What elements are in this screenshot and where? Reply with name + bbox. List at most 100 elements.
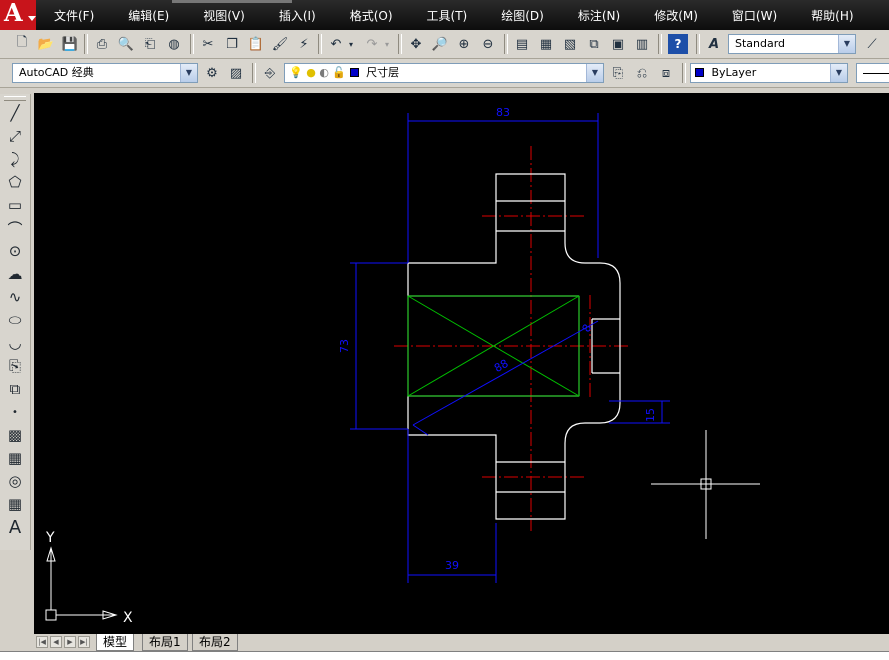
application-menu-button[interactable]: A xyxy=(0,0,36,30)
tab-layout1[interactable]: 布局1 xyxy=(142,634,188,651)
menu-dimension[interactable]: 标注(N) xyxy=(570,0,628,30)
make-object-layer-current-icon[interactable]: ⎘ xyxy=(608,63,628,83)
workspace-settings-icon[interactable]: ⚙ xyxy=(202,63,222,83)
dimension-texts: 83 73 88 39 15 8 xyxy=(338,106,657,572)
save-icon[interactable]: 💾 xyxy=(60,34,80,54)
menu-help[interactable]: 帮助(H) xyxy=(803,0,861,30)
toolbar-separator xyxy=(318,34,322,54)
polygon-icon[interactable]: ⬠ xyxy=(4,171,26,193)
multiline-text-icon[interactable]: A xyxy=(4,516,26,538)
gradient-icon[interactable]: ▦ xyxy=(4,447,26,469)
layer-states-icon[interactable]: ⧈ xyxy=(656,63,676,83)
ellipse-arc-icon[interactable]: ◡ xyxy=(4,332,26,354)
text-style-select[interactable]: Standard ▼ xyxy=(728,34,856,54)
polyline-icon[interactable]: ⤸ xyxy=(4,148,26,170)
main-menu: 文件(F) 编辑(E) 视图(V) 插入(I) 格式(O) 工具(T) 绘图(D… xyxy=(46,0,880,30)
make-block-icon[interactable]: ⧉ xyxy=(4,378,26,400)
last-tab-button[interactable]: ▶| xyxy=(78,636,90,648)
tab-model[interactable]: 模型 xyxy=(96,634,135,651)
text-style-icon[interactable]: A xyxy=(704,34,724,54)
ucs-icon xyxy=(45,546,118,621)
print-preview-icon[interactable]: 🔍 xyxy=(116,34,136,54)
standard-toolbar: 🗋 📂 💾 ⎙ 🔍 ⎗ ◍ ✂ ❐ 📋 🖌 ⚡ ↶ ▾ ↷ ▾ ✥ 🔎 ⊕ ⊖ … xyxy=(0,30,889,59)
publish-icon[interactable]: ⎗ xyxy=(140,34,160,54)
chevron-down-icon: ▼ xyxy=(830,64,847,82)
region-icon[interactable]: ◎ xyxy=(4,470,26,492)
open-file-icon[interactable]: 📂 xyxy=(36,34,56,54)
table-icon[interactable]: ▦ xyxy=(4,493,26,515)
previous-tab-button[interactable]: ◀ xyxy=(50,636,62,648)
hatch-icon[interactable]: ▩ xyxy=(4,424,26,446)
layer-manager-icon[interactable]: ⎆ xyxy=(260,63,280,83)
spline-icon[interactable]: ∿ xyxy=(4,286,26,308)
block-editor-icon[interactable]: ⚡ xyxy=(294,34,314,54)
freeze-viewport-icon: ◐ xyxy=(319,66,329,79)
tab-layout2[interactable]: 布局2 xyxy=(192,634,238,651)
cut-icon[interactable]: ✂ xyxy=(198,34,218,54)
zoom-window-icon[interactable]: ⊕ xyxy=(454,34,474,54)
line-icon[interactable]: ╱ xyxy=(4,102,26,124)
design-center-icon[interactable]: ▦ xyxy=(536,34,556,54)
print-icon[interactable]: ⎙ xyxy=(92,34,112,54)
menu-draw[interactable]: 绘图(D) xyxy=(493,0,552,30)
menu-bar: A 文件(F) 编辑(E) 视图(V) 插入(I) 格式(O) 工具(T) 绘图… xyxy=(0,0,889,30)
help-icon[interactable]: ? xyxy=(668,34,688,54)
ucs-labels: Y X xyxy=(45,530,133,626)
arc-icon[interactable]: ⌒ xyxy=(4,217,26,239)
menu-format[interactable]: 格式(O) xyxy=(342,0,401,30)
linetype-select[interactable] xyxy=(856,63,889,83)
color-select[interactable]: ByLayer ▼ xyxy=(690,63,848,83)
sun-icon: ● xyxy=(306,66,316,79)
toolbar-separator xyxy=(696,34,700,54)
3d-dwf-icon[interactable]: ◍ xyxy=(164,34,184,54)
sheet-set-icon[interactable]: ⧉ xyxy=(584,34,604,54)
menu-view[interactable]: 视图(V) xyxy=(195,0,253,30)
draw-toolbar: ╱ ⤢ ⤸ ⬠ ▭ ⌒ ⊙ ☁ ∿ ⬭ ◡ ⎘ ⧉ • ▩ ▦ ◎ ▦ A xyxy=(0,94,31,550)
point-icon[interactable]: • xyxy=(4,401,26,423)
dim-diag-text: 88 xyxy=(492,357,511,375)
revision-cloud-icon[interactable]: ☁ xyxy=(4,263,26,285)
paste-icon[interactable]: 📋 xyxy=(246,34,266,54)
menu-window[interactable]: 窗口(W) xyxy=(724,0,785,30)
insert-block-icon[interactable]: ⎘ xyxy=(4,355,26,377)
menu-insert[interactable]: 插入(I) xyxy=(271,0,324,30)
dim-diag-line xyxy=(412,320,599,426)
toolbar-grip[interactable] xyxy=(4,96,26,101)
rectangle-icon[interactable]: ▭ xyxy=(4,194,26,216)
quickcalc-icon[interactable]: ▥ xyxy=(632,34,652,54)
match-properties-icon[interactable]: 🖌 xyxy=(270,34,290,54)
undo-dropdown-icon[interactable]: ▾ xyxy=(346,34,356,54)
markup-icon[interactable]: ▣ xyxy=(608,34,628,54)
zoom-realtime-icon[interactable]: 🔎 xyxy=(430,34,450,54)
zoom-previous-icon[interactable]: ⊖ xyxy=(478,34,498,54)
first-tab-button[interactable]: |◀ xyxy=(36,636,48,648)
layer-previous-icon[interactable]: ⎌ xyxy=(632,63,652,83)
layer-value: 尺寸层 xyxy=(366,66,400,79)
text-style-value: Standard xyxy=(735,37,786,50)
redo-icon[interactable]: ↷ xyxy=(362,34,382,54)
menu-file[interactable]: 文件(F) xyxy=(46,0,102,30)
circle-icon[interactable]: ⊙ xyxy=(4,240,26,262)
menu-tools[interactable]: 工具(T) xyxy=(419,0,476,30)
undo-icon[interactable]: ↶ xyxy=(326,34,346,54)
ellipse-icon[interactable]: ⬭ xyxy=(4,309,26,331)
construction-line-icon[interactable]: ⤢ xyxy=(4,125,26,147)
redo-dropdown-icon[interactable]: ▾ xyxy=(382,34,392,54)
menu-modify[interactable]: 修改(M) xyxy=(646,0,706,30)
pan-icon[interactable]: ✥ xyxy=(406,34,426,54)
tool-palettes-icon[interactable]: ▧ xyxy=(560,34,580,54)
chevron-down-icon: ▼ xyxy=(180,64,197,82)
new-file-icon[interactable]: 🗋 xyxy=(12,34,32,54)
dimension-style-icon[interactable]: ⟋ xyxy=(862,34,882,54)
copy-icon[interactable]: ❐ xyxy=(222,34,242,54)
menu-edit[interactable]: 编辑(E) xyxy=(120,0,177,30)
layout-tabs-bar: |◀ ◀ ▶ ▶| 模型 布局1 布局2 xyxy=(34,634,889,651)
next-tab-button[interactable]: ▶ xyxy=(64,636,76,648)
layer-select[interactable]: 💡 ● ◐ 🔓 尺寸层 ▼ xyxy=(284,63,604,83)
drawing-canvas[interactable]: 83 73 88 39 15 8 Y X xyxy=(34,93,889,634)
properties-icon[interactable]: ▤ xyxy=(512,34,532,54)
save-workspace-icon[interactable]: ▨ xyxy=(226,63,246,83)
workspace-select[interactable]: AutoCAD 经典 ▼ xyxy=(12,63,198,83)
chevron-down-icon: ▼ xyxy=(586,64,603,82)
lock-icon: 🔓 xyxy=(332,66,347,79)
